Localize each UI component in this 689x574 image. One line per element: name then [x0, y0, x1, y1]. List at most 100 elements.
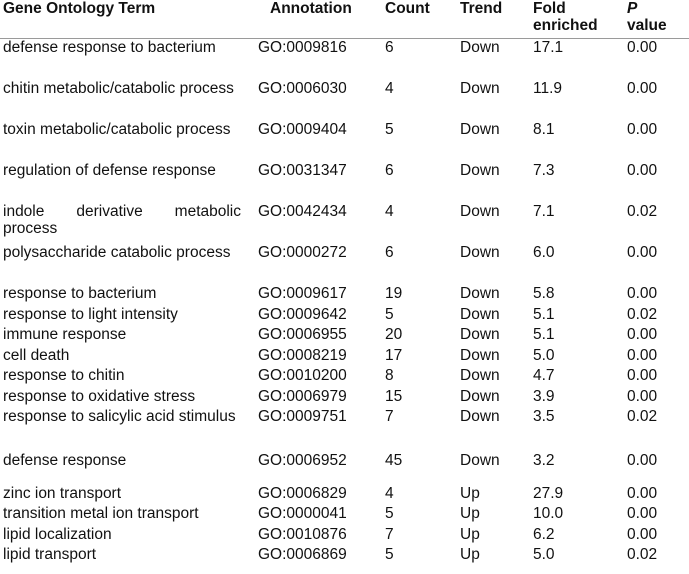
term-cell: transition metal ion transport	[3, 505, 199, 522]
table-row: lipid localization GO:0010876 7 Up 6.2 0.00	[0, 526, 689, 547]
term-cell: zinc ion transport	[3, 484, 122, 502]
annotation-cell: GO:0009642	[258, 305, 347, 323]
table-row: lipid transport GO:0006869 5 Up 5.0 0.02	[0, 546, 689, 567]
p-value-cell: 0.02	[627, 203, 658, 220]
annotation-cell: GO:0010200	[258, 367, 347, 384]
fold-enriched-cell: 7.3	[533, 162, 555, 179]
p-value-cell: 0.00	[627, 484, 658, 502]
term-cell: immune response	[3, 326, 127, 343]
header-p-line2: value	[627, 17, 667, 34]
term-cell: indole derivative metabolic process	[3, 203, 241, 237]
term-cell: response to salicylic acid stimulus	[3, 408, 236, 425]
p-value-cell: 0.00	[627, 244, 658, 261]
p-value-cell: 0.00	[627, 525, 658, 543]
header-p-line1: P	[627, 0, 638, 17]
header-fold-enriched: Fold enriched	[533, 0, 598, 34]
annotation-cell: GO:0009617	[258, 285, 347, 302]
fold-enriched-cell: 27.9	[533, 484, 564, 502]
count-cell: 19	[385, 285, 403, 302]
p-value-cell: 0.02	[627, 546, 658, 563]
p-value-cell: 0.00	[627, 285, 658, 302]
p-value-cell: 0.00	[627, 367, 658, 384]
fold-enriched-cell: 8.1	[533, 121, 555, 138]
count-cell: 15	[385, 387, 403, 405]
table-row: chitin metabolic/catabolic process GO:000…	[0, 80, 689, 121]
annotation-cell: GO:0006979	[258, 387, 347, 405]
header-fold-line1: Fold	[533, 0, 566, 17]
count-cell: 5	[385, 546, 394, 563]
p-value-cell: 0.00	[627, 39, 658, 56]
table-row: defense response GO:0006952 45 Down 3.2 0.00	[0, 452, 689, 473]
table-row: cell death GO:0008219 17 Down 5.0 0.00	[0, 347, 689, 368]
term-cell: polysaccharide catabolic process	[3, 244, 231, 261]
annotation-cell: GO:0009816	[258, 39, 347, 56]
p-value-cell: 0.00	[627, 387, 658, 405]
fold-enriched-cell: 17.1	[533, 39, 564, 56]
header-p-value: Pvalue	[627, 0, 667, 34]
table-row: defense response to bacterium GO:0009816 6…	[0, 39, 689, 80]
fold-enriched-cell: 10.0	[533, 505, 564, 522]
annotation-cell: GO:0006869	[258, 546, 347, 563]
table-row: transition metal ion transport GO:0000041…	[0, 505, 689, 526]
term-cell: defense response	[3, 452, 127, 469]
header-fold-line2: enriched	[533, 17, 598, 34]
table-row: response to oxidative stress GO:0006979 15…	[0, 388, 689, 409]
table-row: response to chitin GO:0010200 8 Down 4.7 0.00	[0, 367, 689, 388]
term-cell: response to chitin	[3, 367, 125, 384]
p-value-cell: 0.00	[627, 162, 658, 179]
count-cell: 6	[385, 244, 394, 261]
table-body: defense response to bacterium GO:0009816 6…	[0, 39, 689, 567]
trend-cell: Down	[460, 39, 500, 56]
term-cell: defense response to bacterium	[3, 39, 216, 56]
term-cell: chitin metabolic/catabolic process	[3, 80, 234, 97]
trend-cell: Up	[460, 505, 480, 522]
trend-cell: Down	[460, 326, 500, 343]
trend-cell: Down	[460, 80, 500, 97]
annotation-cell: GO:0006955	[258, 326, 347, 343]
table-row: regulation of defense response GO:0031347…	[0, 162, 689, 203]
count-cell: 20	[385, 326, 403, 343]
trend-cell: Down	[460, 244, 500, 261]
count-cell: 5	[385, 505, 394, 522]
annotation-cell: GO:0006030	[258, 80, 347, 97]
fold-enriched-cell: 5.1	[533, 305, 555, 323]
count-cell: 4	[385, 203, 394, 220]
table-row: zinc ion transport GO:0006829 4 Up 27.9 0.00	[0, 485, 689, 506]
trend-cell: Down	[460, 162, 500, 179]
annotation-cell: GO:0006952	[258, 452, 347, 469]
header-trend: Trend	[460, 0, 503, 17]
term-cell: toxin metabolic/catabolic process	[3, 121, 231, 138]
fold-enriched-cell: 6.0	[533, 244, 555, 261]
count-cell: 4	[385, 484, 394, 502]
fold-enriched-cell: 5.8	[533, 285, 555, 302]
trend-cell: Down	[460, 452, 500, 469]
count-cell: 17	[385, 346, 403, 364]
term-cell: regulation of defense response	[3, 162, 216, 179]
table-row: response to bacterium GO:0009617 19 Down 5.8…	[0, 285, 689, 306]
p-value-cell: 0.00	[627, 452, 658, 469]
term-cell: cell death	[3, 346, 70, 364]
trend-cell: Down	[460, 367, 500, 384]
annotation-cell: GO:0010876	[258, 525, 347, 543]
trend-cell: Down	[460, 121, 500, 138]
count-cell: 6	[385, 39, 394, 56]
p-value-cell: 0.00	[627, 80, 658, 97]
table-row: response to salicylic acid stimulus GO:00…	[0, 408, 689, 449]
p-value-cell: 0.00	[627, 505, 658, 522]
count-cell: 7	[385, 408, 394, 425]
count-cell: 8	[385, 367, 394, 384]
fold-enriched-cell: 6.2	[533, 525, 555, 543]
header-count: Count	[385, 0, 430, 17]
table-row: toxin metabolic/catabolic process GO:0009…	[0, 121, 689, 162]
annotation-cell: GO:0006829	[258, 484, 347, 502]
annotation-cell: GO:0009751	[258, 408, 347, 425]
annotation-cell: GO:0031347	[258, 162, 347, 179]
go-enrichment-table: Gene Ontology Term Annotation Count Tren…	[0, 0, 689, 567]
table-header: Gene Ontology Term Annotation Count Tren…	[0, 0, 689, 39]
p-value-cell: 0.00	[627, 121, 658, 138]
annotation-cell: GO:0008219	[258, 346, 347, 364]
fold-enriched-cell: 7.1	[533, 203, 555, 220]
trend-cell: Down	[460, 285, 500, 302]
count-cell: 5	[385, 305, 394, 323]
